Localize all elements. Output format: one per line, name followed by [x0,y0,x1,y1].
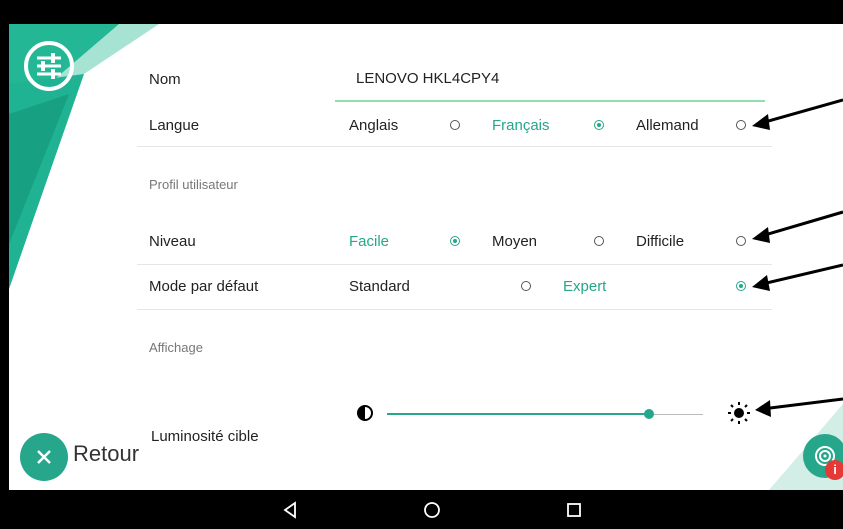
brightness-slider-thumb[interactable] [644,409,654,419]
back-button[interactable] [20,433,68,481]
language-label: Langue [149,117,200,134]
mode-radio-expert[interactable] [736,281,746,291]
mode-radio-standard[interactable] [521,281,531,291]
status-bar [0,0,843,24]
close-icon [37,450,51,464]
name-input[interactable]: LENOVO HKL4CPY4 [335,68,765,102]
divider [137,264,772,265]
profile-section-title: Profil utilisateur [149,177,238,192]
back-triangle-icon[interactable] [282,501,298,519]
mode-option-standard[interactable]: Standard [349,278,410,295]
language-radio-english[interactable] [450,120,460,130]
divider [137,146,772,147]
display-section-title: Affichage [149,340,203,355]
language-option-french[interactable]: Français [492,117,550,134]
language-option-english[interactable]: Anglais [349,117,398,134]
level-radio-medium[interactable] [594,236,604,246]
default-mode-label: Mode par défaut [149,278,259,295]
language-radio-german[interactable] [736,120,746,130]
contrast-icon [357,405,373,421]
level-radio-hard[interactable] [736,236,746,246]
sliders-icon [24,41,74,91]
settings-screen: Nom LENOVO HKL4CPY4 Langue Anglais Franç… [9,24,843,490]
settings-icon-button[interactable] [21,38,77,94]
mode-option-expert[interactable]: Expert [563,278,606,295]
language-radio-french[interactable] [594,120,604,130]
level-option-medium[interactable]: Moyen [492,233,537,250]
recents-square-icon[interactable] [566,502,582,518]
level-option-hard[interactable]: Difficile [636,233,684,250]
notification-badge: i [825,460,843,480]
language-option-german[interactable]: Allemand [636,117,699,134]
sun-icon [728,402,750,424]
android-navigation-bar [0,490,843,529]
home-circle-icon[interactable] [423,501,441,519]
name-label: Nom [149,71,181,88]
divider [137,309,772,310]
level-label: Niveau [149,233,196,250]
brightness-slider-fill [387,413,649,415]
level-option-easy[interactable]: Facile [349,233,389,250]
brightness-label: Luminosité cible [151,428,259,445]
back-label[interactable]: Retour [73,441,139,467]
level-radio-easy[interactable] [450,236,460,246]
